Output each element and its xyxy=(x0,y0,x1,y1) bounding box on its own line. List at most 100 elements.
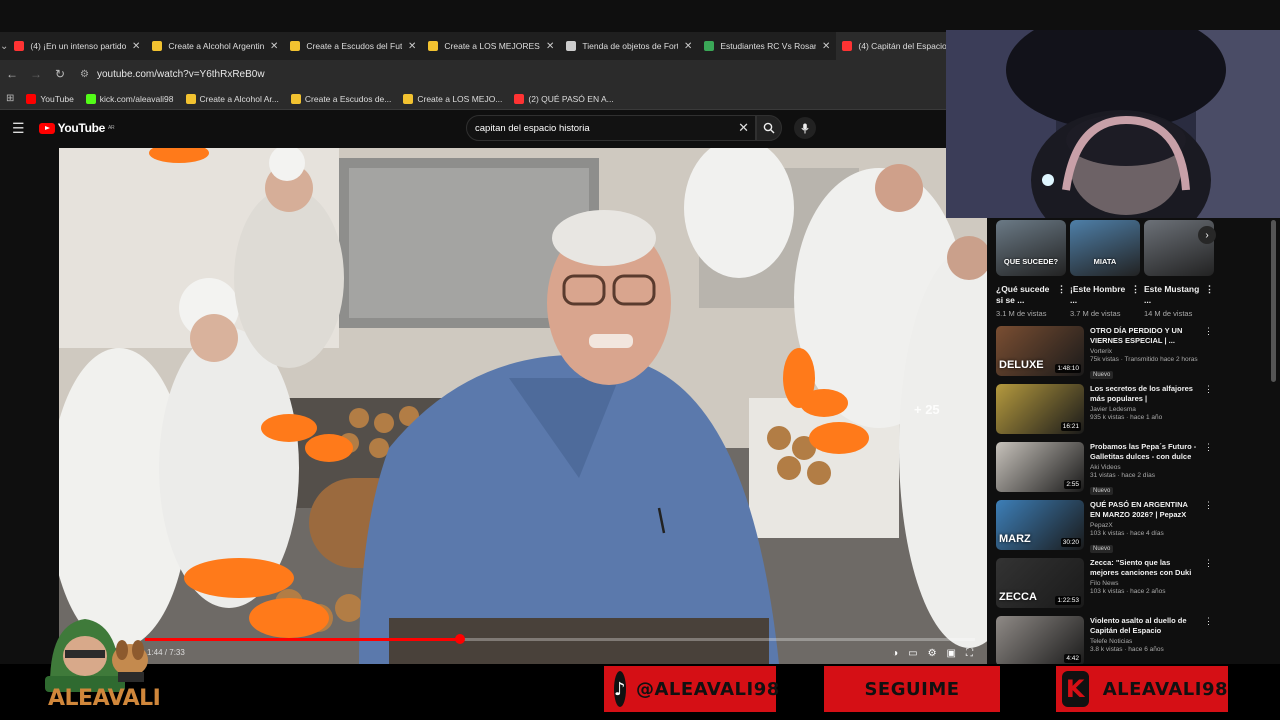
more-options-icon[interactable]: ⋮ xyxy=(1204,616,1213,627)
more-options-icon[interactable]: ⋮ xyxy=(1204,384,1213,395)
short-views: 3.1 M de vistas xyxy=(996,309,1047,318)
browser-tab[interactable]: Estudiantes RC Vs Rosario ✕ xyxy=(698,32,836,60)
video-title[interactable]: QUÉ PASÓ EN ARGENTINA EN MARZO 2026? | P… xyxy=(1090,500,1198,520)
tab-search-icon[interactable]: ⌄ xyxy=(0,32,8,60)
short-thumbnail[interactable]: MIATA xyxy=(1070,220,1140,276)
recommended-video[interactable]: 16:21 Los secretos de los alfajores más p… xyxy=(996,384,1213,442)
follow-label: SEGUIME xyxy=(864,678,960,700)
more-options-icon[interactable]: ⋮ xyxy=(1204,558,1213,569)
video-title[interactable]: OTRO DÍA PERDIDO Y UN VIERNES ESPECIAL |… xyxy=(1090,326,1198,346)
bookmark-item[interactable]: kick.com/aleavali98 xyxy=(85,93,174,104)
end-screen-more-label[interactable]: + 25 xyxy=(914,402,940,417)
back-icon[interactable]: ← xyxy=(0,67,24,81)
close-tab-icon[interactable]: ✕ xyxy=(270,41,278,52)
video-thumbnail[interactable]: MARZ 30:20 xyxy=(996,500,1084,550)
shorts-next-button[interactable]: › xyxy=(1198,226,1216,244)
tab-title: Create a LOS MEJORES AR xyxy=(444,41,540,51)
autoplay-toggle-icon[interactable]: ◑ xyxy=(892,648,898,659)
more-options-icon[interactable]: ⋮ xyxy=(1205,284,1214,295)
forward-icon[interactable]: → xyxy=(24,67,48,81)
bookmark-item[interactable]: YouTube xyxy=(26,93,74,104)
video-title[interactable]: Probamos las Pepa´s Futuro - Galletitas … xyxy=(1090,442,1198,462)
youtube-logo[interactable]: YouTube AR xyxy=(38,121,115,135)
tiktok-panel[interactable]: ♪ @ALEAVALI98 xyxy=(604,666,779,712)
video-thumbnail[interactable]: DELUXE 1:48:10 xyxy=(996,326,1084,376)
subtitles-icon[interactable]: ▭ xyxy=(908,648,917,659)
recommended-video[interactable]: MARZ 30:20 QUÉ PASÓ EN ARGENTINA EN MARZO … xyxy=(996,500,1213,558)
video-player[interactable]: + 25 1:44 / 7:33 ◑ ▭ ⚙ ▣ ⛶ xyxy=(59,148,987,664)
video-meta: 935 k vistas · hace 1 año xyxy=(1090,414,1163,421)
video-meta: 3.8 k vistas · hace 6 años xyxy=(1090,646,1164,653)
bookmark-item[interactable]: Create a LOS MEJO... xyxy=(403,93,502,104)
video-thumbnail[interactable]: 2:55 xyxy=(996,442,1084,492)
tab-list: (4) ¡En un intenso partido ✕ Create a Alco… xyxy=(8,32,975,60)
thumbnail-overlay-text: ZECCA xyxy=(999,591,1037,603)
kick-icon: K xyxy=(1062,671,1089,707)
more-options-icon[interactable]: ⋮ xyxy=(1057,284,1066,295)
video-thumbnail[interactable]: 16:21 xyxy=(996,384,1084,434)
recommended-video[interactable]: 4:42 Violento asalto al duello de Capitán… xyxy=(996,616,1213,664)
search-query: capitan del espacio historia xyxy=(475,122,590,134)
video-progress-bar[interactable] xyxy=(145,634,975,644)
search-input[interactable]: capitan del espacio historia ✕ xyxy=(466,115,756,141)
more-options-icon[interactable]: ⋮ xyxy=(1204,442,1213,453)
short-title[interactable]: ¡Este Hombre ... xyxy=(1070,284,1125,305)
sidebar-scrollbar[interactable] xyxy=(1271,220,1276,382)
video-meta: 103 k vistas · hace 4 días xyxy=(1090,530,1164,537)
bookmark-item[interactable]: Create a Alcohol Ar... xyxy=(185,93,279,104)
close-tab-icon[interactable]: ✕ xyxy=(822,41,830,52)
reload-icon[interactable]: ↻ xyxy=(48,67,72,81)
recommended-video[interactable]: 2:55 Probamos las Pepa´s Futuro - Galleti… xyxy=(996,442,1213,500)
bookmark-list: YouTube kick.com/aleavali98 Create a Alcoh… xyxy=(26,93,614,104)
video-title[interactable]: Violento asalto al duello de Capitán del… xyxy=(1090,616,1198,636)
browser-tab[interactable]: (4) ¡En un intenso partido ✕ xyxy=(8,32,146,60)
close-tab-icon[interactable]: ✕ xyxy=(132,41,140,52)
short-title[interactable]: ¿Qué sucede si se ... xyxy=(996,284,1049,305)
search-button[interactable] xyxy=(756,115,782,141)
clear-search-icon[interactable]: ✕ xyxy=(738,120,749,136)
video-thumbnail[interactable]: 4:42 xyxy=(996,616,1084,664)
video-meta: 31 vistas · hace 2 días xyxy=(1090,472,1156,479)
follow-panel[interactable]: SEGUIME xyxy=(824,666,1000,712)
video-title[interactable]: Zecca: "Siento que las mejores canciones… xyxy=(1090,558,1198,578)
new-badge: Nuevo xyxy=(1090,371,1114,379)
short-item[interactable]: MIATA ¡Este Hombre ... ⋮ 3.7 M de vistas xyxy=(1070,220,1140,318)
bookmark-item[interactable]: Create a Escudos de... xyxy=(290,93,391,104)
settings-icon[interactable]: ⚙ xyxy=(928,648,937,659)
short-title[interactable]: Este Mustang ... xyxy=(1144,284,1199,305)
more-options-icon[interactable]: ⋮ xyxy=(1131,284,1140,295)
bookmark-item[interactable]: (2) QUÉ PASÓ EN A... xyxy=(514,93,614,104)
close-tab-icon[interactable]: ✕ xyxy=(684,41,692,52)
fullscreen-icon[interactable]: ⛶ xyxy=(966,648,973,659)
channel-name[interactable]: PepazX xyxy=(1090,522,1198,529)
channel-name[interactable]: Telefe Noticias xyxy=(1090,638,1198,645)
channel-name[interactable]: Aki Videos xyxy=(1090,464,1198,471)
webcam-overlay xyxy=(946,30,1280,218)
tab-favicon-icon xyxy=(842,41,853,51)
channel-name[interactable]: Filo News xyxy=(1090,580,1198,587)
recommended-video[interactable]: ZECCA 1:22:53 Zecca: "Siento que las mejor… xyxy=(996,558,1213,616)
menu-icon[interactable]: ☰ xyxy=(12,120,25,137)
browser-tab[interactable]: Create a Escudos del Futb ✕ xyxy=(284,32,422,60)
more-options-icon[interactable]: ⋮ xyxy=(1204,500,1213,511)
recommended-video[interactable]: DELUXE 1:48:10 OTRO DÍA PERDIDO Y UN VIERN… xyxy=(996,326,1213,384)
close-tab-icon[interactable]: ✕ xyxy=(408,41,416,52)
kick-panel[interactable]: K ALEAVALI98 xyxy=(1056,666,1228,712)
tab-favicon-icon xyxy=(704,41,715,51)
close-tab-icon[interactable]: ✕ xyxy=(546,41,554,52)
more-options-icon[interactable]: ⋮ xyxy=(1204,326,1213,337)
short-item[interactable]: QUE SUCEDE? ¿Qué sucede si se ... ⋮ 3.1 M d… xyxy=(996,220,1066,318)
video-title[interactable]: Los secretos de los alfajores más popula… xyxy=(1090,384,1198,404)
channel-name[interactable]: Vorterix xyxy=(1090,348,1198,355)
site-info-icon[interactable]: ⚙ xyxy=(80,69,89,80)
browser-tab[interactable]: Create a LOS MEJORES AR ✕ xyxy=(422,32,560,60)
video-thumbnail[interactable]: ZECCA 1:22:53 xyxy=(996,558,1084,608)
channel-name[interactable]: Javier Ledesma xyxy=(1090,406,1198,413)
voice-search-button[interactable] xyxy=(794,117,816,139)
browser-tab[interactable]: Tienda de objetos de Fort ✕ xyxy=(560,32,698,60)
url-field[interactable]: ⚙ youtube.com/watch?v=Y6thRxReB0w xyxy=(80,69,265,80)
apps-icon[interactable]: ⊞ xyxy=(6,93,14,104)
browser-tab[interactable]: Create a Alcohol Argentin ✕ xyxy=(146,32,284,60)
miniplayer-icon[interactable]: ▣ xyxy=(947,648,956,659)
short-thumbnail[interactable]: QUE SUCEDE? xyxy=(996,220,1066,276)
